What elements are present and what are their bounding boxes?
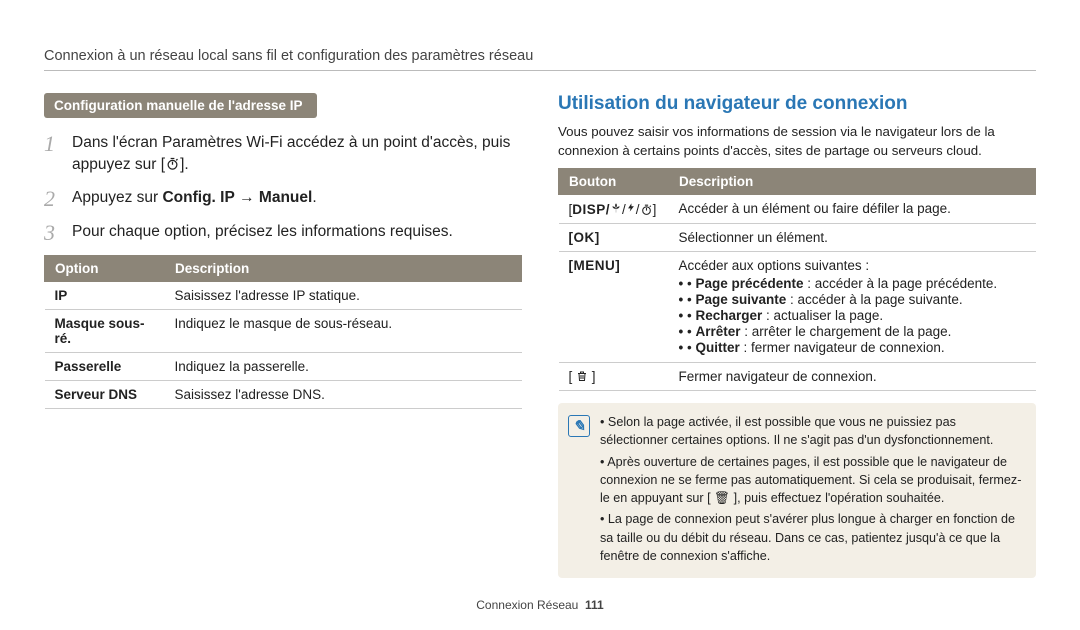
menu-option: • Page suivante : accéder à la page suiv… [679, 292, 1026, 307]
opt-name: IP [45, 282, 165, 310]
breadcrumb: Connexion à un réseau local sans fil et … [44, 48, 1036, 71]
opt-desc: Saisissez l'adresse DNS. [165, 381, 522, 409]
menu-option: • Page précédente : accéder à la page pr… [679, 276, 1026, 291]
opt-desc: Saisissez l'adresse IP statique. [165, 282, 522, 310]
note-item: Après ouverture de certaines pages, il e… [600, 453, 1022, 508]
th-description: Description [165, 256, 522, 282]
menu-key: [MENU] [569, 258, 621, 273]
desc-cell: Accéder aux options suivantes : • Page p… [669, 252, 1036, 363]
macro-flower-icon [610, 202, 622, 217]
step2-a: Appuyez sur [72, 189, 162, 206]
desc-cell: Accéder à un élément ou faire défiler la… [669, 195, 1036, 224]
menu-option: • Recharger : actualiser la page. [679, 308, 1026, 323]
note-icon-glyph: ✎ [573, 417, 586, 436]
th-description: Description [669, 169, 1036, 195]
opt-bold: Page suivante [695, 292, 786, 307]
step1-text-a: Dans l'écran Paramètres Wi-Fi accédez à … [72, 134, 510, 173]
table-row: [DISP///] Accéder à un élément ou faire … [559, 195, 1036, 224]
menu-option: • Quitter : fermer navigateur de connexi… [679, 340, 1026, 355]
right-intro: Vous pouvez saisir vos informations de s… [558, 123, 1036, 160]
right-column: Utilisation du navigateur de connexion V… [558, 93, 1036, 578]
opt-text: : actualiser la page. [762, 308, 883, 323]
opt-bold: Page précédente [695, 276, 803, 291]
self-timer-icon [165, 154, 180, 176]
trash-icon [576, 369, 588, 384]
opt-text: : fermer navigateur de connexion. [740, 340, 945, 355]
note-item: Selon la page activée, il est possible q… [600, 413, 1022, 450]
desc-cell: Sélectionner un élément. [669, 224, 1036, 252]
opt-desc: Indiquez le masque de sous-réseau. [165, 310, 522, 353]
step-number: 2 [44, 187, 72, 211]
page-number: 111 [585, 598, 604, 612]
options-table: Option Description IP Saisissez l'adress… [44, 255, 522, 409]
opt-text: : accéder à la page précédente. [804, 276, 998, 291]
self-timer-icon [640, 202, 653, 217]
table-row: Masque sous-ré. Indiquez le masque de so… [45, 310, 522, 353]
opt-text: : accéder à la page suivante. [786, 292, 962, 307]
step-text: Appuyez sur Config. IP → Manuel. [72, 187, 317, 209]
section-label-manual-ip: Configuration manuelle de l'adresse IP [44, 93, 317, 118]
flash-icon [626, 201, 636, 217]
btn-cell: [OK] [559, 224, 669, 252]
menu-desc-head: Accéder aux options suivantes : [679, 258, 1026, 273]
btn-cell: [ ] [559, 363, 669, 391]
step-number: 3 [44, 221, 72, 245]
page-footer: Connexion Réseau 111 [0, 598, 1080, 612]
step2-e: . [312, 189, 316, 206]
note-item: La page de connexion peut s'avérer plus … [600, 510, 1022, 565]
footer-label: Connexion Réseau [476, 598, 578, 612]
step2-c: → [235, 189, 259, 206]
btn-cell: [DISP///] [559, 195, 669, 224]
menu-option: • Arrêter : arrêter le chargement de la … [679, 324, 1026, 339]
btn-cell: [MENU] [559, 252, 669, 363]
step-number: 1 [44, 132, 72, 156]
table-row: Serveur DNS Saisissez l'adresse DNS. [45, 381, 522, 409]
opt-bold: Arrêter [695, 324, 740, 339]
opt-name: Serveur DNS [45, 381, 165, 409]
opt-bold: Recharger [695, 308, 762, 323]
step-3: 3 Pour chaque option, précisez les infor… [44, 221, 522, 245]
disp-key: DISP/ [572, 202, 610, 217]
config-ip-label: Config. IP [162, 189, 234, 206]
opt-name: Masque sous-ré. [45, 310, 165, 353]
ok-key: [OK] [569, 230, 600, 245]
opt-bold: Quitter [695, 340, 739, 355]
note-box: ✎ Selon la page activée, il est possible… [558, 403, 1036, 578]
table-row: [OK] Sélectionner un élément. [559, 224, 1036, 252]
table-row: Passerelle Indiquez la passerelle. [45, 353, 522, 381]
th-option: Option [45, 256, 165, 282]
step-text: Dans l'écran Paramètres Wi-Fi accédez à … [72, 132, 522, 177]
step-2: 2 Appuyez sur Config. IP → Manuel. [44, 187, 522, 211]
th-button: Bouton [559, 169, 669, 195]
left-column: Configuration manuelle de l'adresse IP 1… [44, 93, 522, 578]
opt-name: Passerelle [45, 353, 165, 381]
step-text: Pour chaque option, précisez les informa… [72, 221, 453, 243]
manuel-label: Manuel [259, 189, 312, 206]
opt-text: : arrêter le chargement de la page. [741, 324, 952, 339]
step-1: 1 Dans l'écran Paramètres Wi-Fi accédez … [44, 132, 522, 177]
table-row: IP Saisissez l'adresse IP statique. [45, 282, 522, 310]
table-row: [MENU] Accéder aux options suivantes : •… [559, 252, 1036, 363]
right-heading: Utilisation du navigateur de connexion [558, 93, 1036, 115]
table-row: [ ] Fermer navigateur de connexion. [559, 363, 1036, 391]
desc-cell: Fermer navigateur de connexion. [669, 363, 1036, 391]
bracket-close: ] [653, 202, 657, 217]
opt-desc: Indiquez la passerelle. [165, 353, 522, 381]
step1-text-c: ]. [180, 156, 189, 173]
buttons-table: Bouton Description [DISP///] Accéder à u… [558, 168, 1036, 391]
note-icon: ✎ [568, 415, 590, 437]
